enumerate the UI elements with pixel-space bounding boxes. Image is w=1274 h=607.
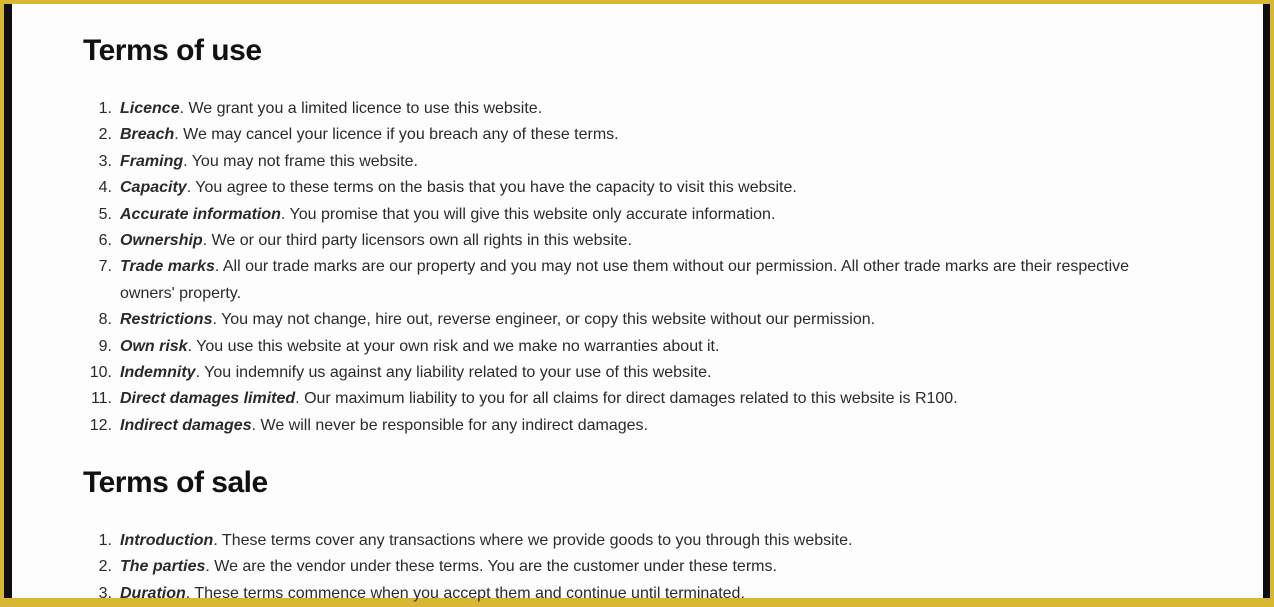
- item-text: . You indemnify us against any liability…: [195, 364, 712, 382]
- item-number: 6.: [98, 232, 112, 250]
- item-text: . You promise that you will give this we…: [280, 205, 776, 223]
- item-text: . You may not frame this website.: [183, 152, 418, 170]
- item-number: 9.: [98, 337, 112, 355]
- section-heading-terms-of-sale: Terms of sale: [83, 466, 268, 499]
- item-term: The parties: [120, 558, 206, 576]
- list-item: 11. Direct damages limited. Our maximum l…: [80, 386, 1130, 412]
- item-number: 4.: [98, 179, 112, 197]
- item-term: Direct damages limited: [120, 390, 296, 408]
- item-term: Indirect damages: [120, 416, 252, 434]
- list-item: 10. Indemnity. You indemnify us against a…: [80, 360, 1130, 386]
- item-term: Licence: [120, 100, 180, 117]
- item-number: 3.: [98, 152, 112, 170]
- item-text: . These terms cover any transactions whe…: [213, 532, 853, 549]
- item-term: Framing: [120, 152, 184, 170]
- list-item: 5. Accurate information. You promise that…: [80, 202, 1130, 228]
- item-number: 5.: [98, 205, 112, 223]
- item-text: . We or our third party licensors own al…: [202, 232, 632, 250]
- item-number: 1.: [98, 100, 112, 117]
- item-number: 10.: [89, 364, 112, 382]
- item-number: 3.: [98, 584, 112, 602]
- list-item: 2. Breach. We may cancel your licence if …: [80, 122, 1130, 148]
- item-text: . Our maximum liability to you for all c…: [295, 390, 958, 408]
- item-number: 1.: [98, 532, 112, 549]
- item-term: Indemnity: [120, 364, 196, 382]
- item-term: Trade marks: [120, 258, 215, 276]
- item-text: . We will never be responsible for any i…: [251, 416, 648, 434]
- item-term: Restrictions: [120, 311, 213, 329]
- item-number: 2.: [98, 558, 112, 576]
- item-number: 8.: [98, 311, 112, 329]
- item-term: Ownership: [120, 232, 203, 250]
- list-item: 1. Introduction. These terms cover any tr…: [80, 528, 1130, 554]
- item-text: . These terms commence when you accept t…: [185, 584, 745, 602]
- item-text: . We are the vendor under these terms. Y…: [205, 558, 777, 576]
- list-item: 3. Framing. You may not frame this websit…: [80, 149, 1130, 175]
- item-term: Introduction: [120, 532, 214, 549]
- item-term: Own risk: [120, 337, 188, 355]
- section-heading-terms-of-use: Terms of use: [83, 34, 262, 67]
- list-item: 3. Duration. These terms commence when yo…: [80, 581, 1130, 607]
- list-item: 8. Restrictions. You may not change, hire…: [80, 307, 1130, 333]
- item-number: 2.: [98, 126, 112, 144]
- frame-left-bar: [4, 4, 12, 598]
- list-item: 7. Trade marks. All our trade marks are o…: [80, 254, 1130, 307]
- item-text: . You may not change, hire out, reverse …: [212, 311, 876, 329]
- list-item: 6. Ownership. We or our third party licen…: [80, 228, 1130, 254]
- list-item: 12. Indirect damages. We will never be re…: [80, 413, 1130, 439]
- item-text: . You agree to these terms on the basis …: [186, 179, 797, 197]
- item-text: . You use this website at your own risk …: [187, 337, 720, 355]
- item-term: Duration: [120, 584, 186, 602]
- terms-of-sale-list: 1. Introduction. These terms cover any tr…: [80, 528, 1130, 607]
- list-item: 1. Licence. We grant you a limited licenc…: [80, 96, 1130, 122]
- terms-of-use-list: 1. Licence. We grant you a limited licenc…: [80, 96, 1130, 439]
- item-text: . We may cancel your licence if you brea…: [174, 126, 619, 144]
- item-text: . We grant you a limited licence to use …: [179, 100, 543, 117]
- item-number: 7.: [98, 258, 112, 276]
- item-term: Capacity: [120, 179, 187, 197]
- list-item: 4. Capacity. You agree to these terms on …: [80, 175, 1130, 201]
- item-number: 11.: [90, 390, 112, 408]
- list-item: 9. Own risk. You use this website at your…: [80, 334, 1130, 360]
- item-term: Accurate information: [120, 205, 281, 223]
- item-term: Breach: [120, 126, 175, 144]
- item-text: . All our trade marks are our property a…: [120, 258, 1130, 302]
- item-number: 12.: [89, 416, 112, 434]
- frame-right-bar: [1263, 4, 1270, 598]
- list-item: 2. The parties. We are the vendor under t…: [80, 554, 1130, 580]
